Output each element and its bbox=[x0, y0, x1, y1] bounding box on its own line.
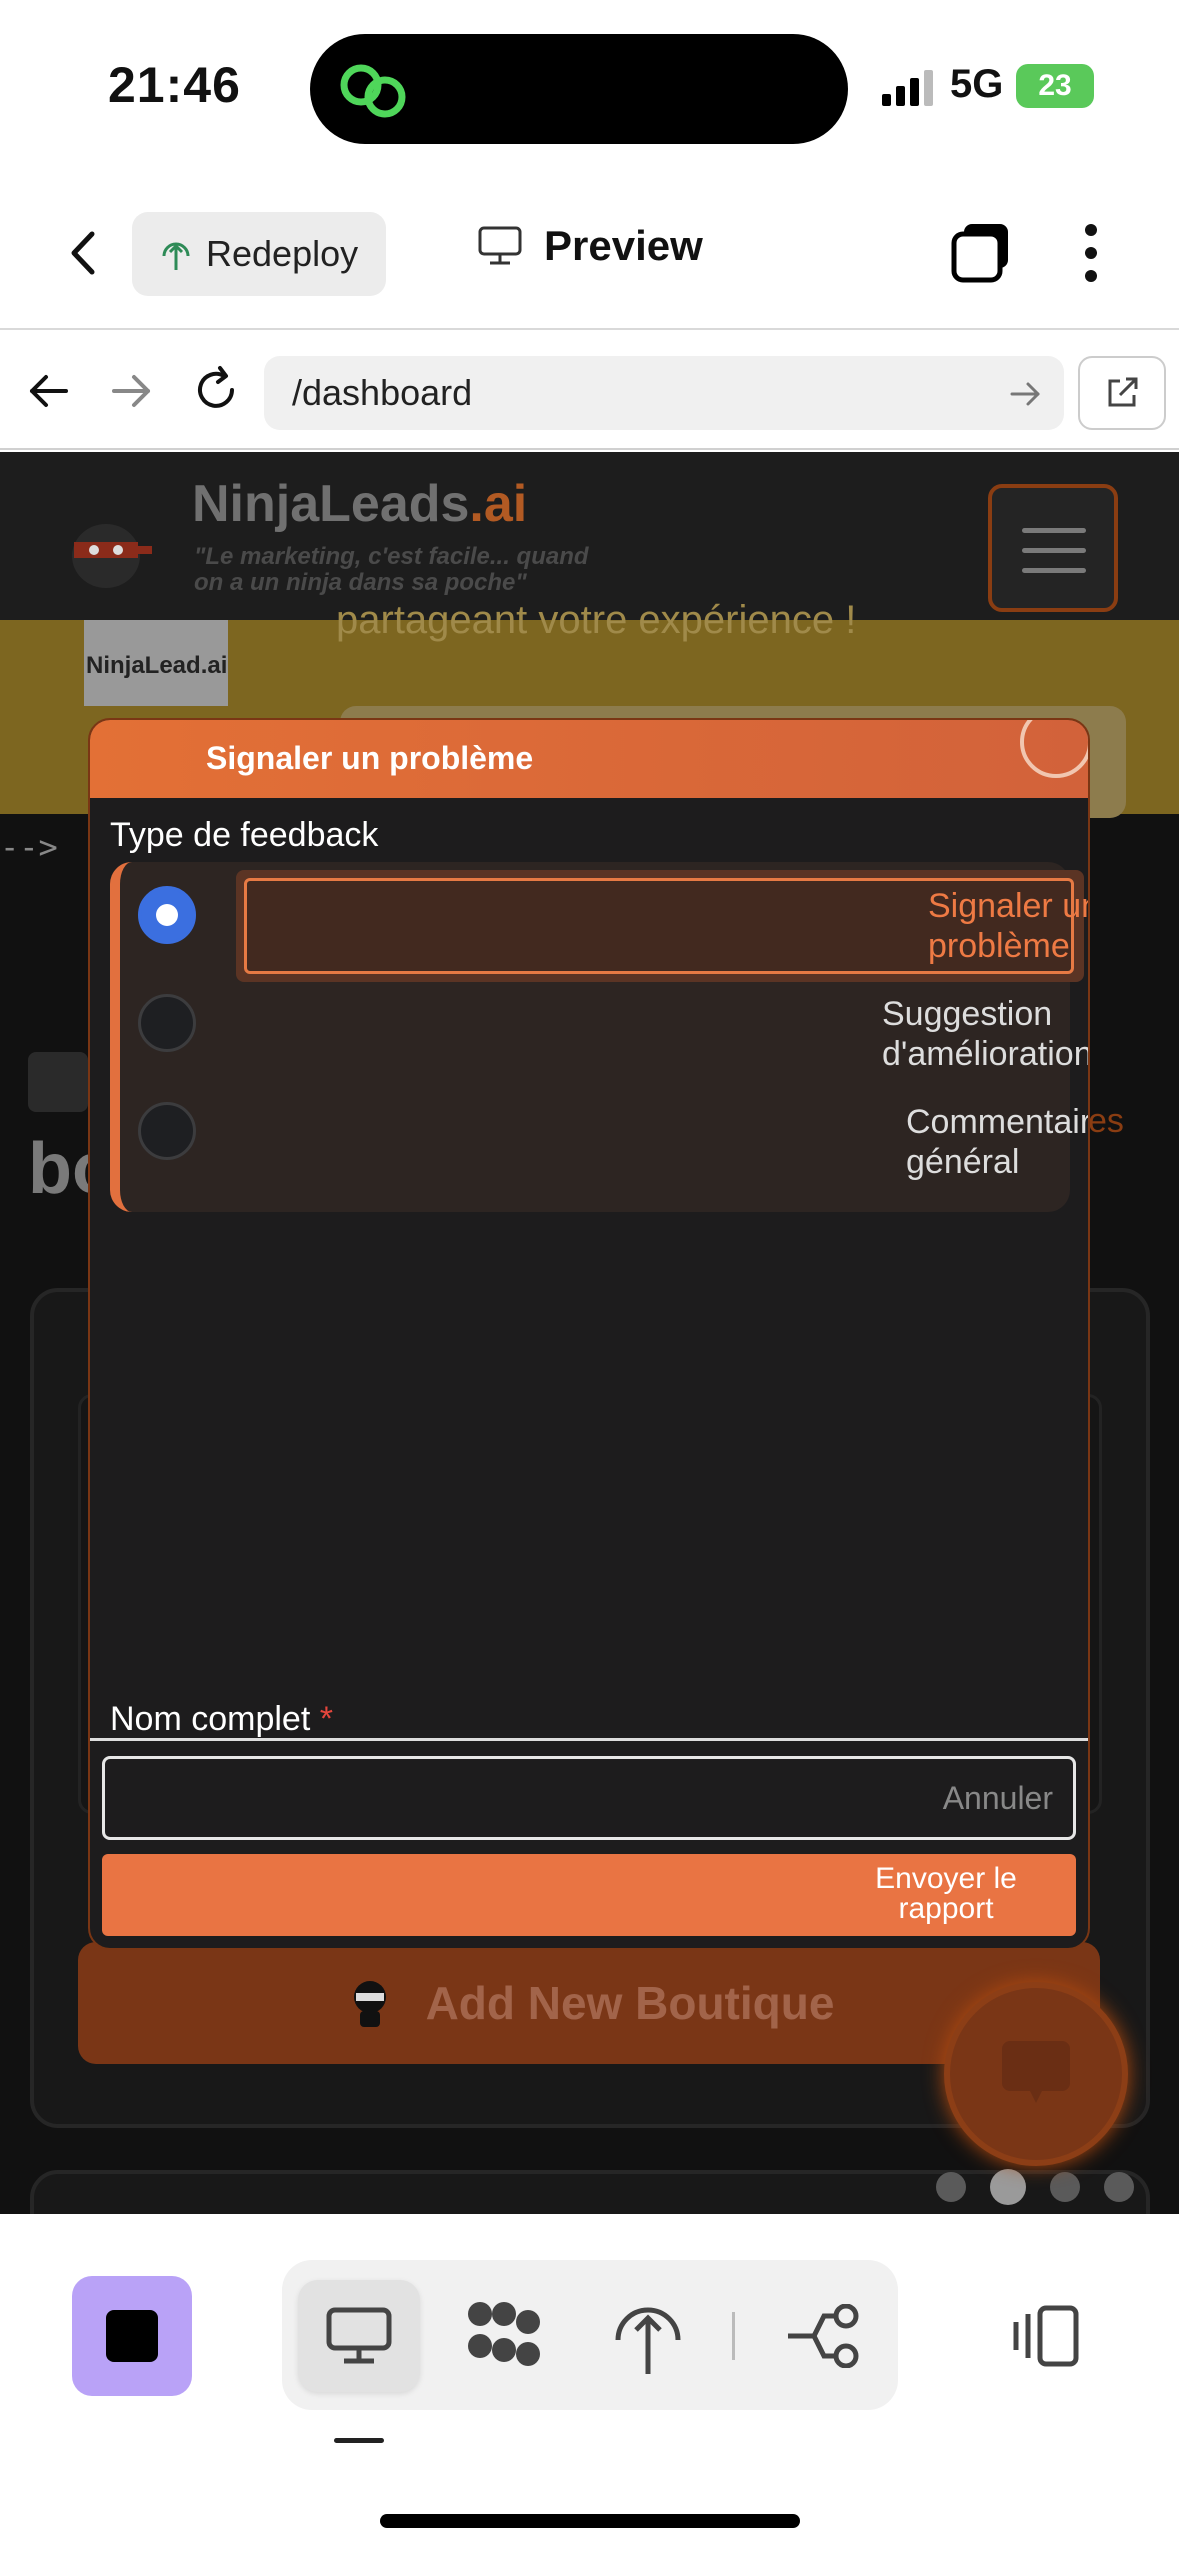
carousel-dot[interactable] bbox=[1050, 2172, 1080, 2202]
option-label-suggestion[interactable]: Suggestion d'amélioration bbox=[882, 994, 1088, 1074]
tabs-icon[interactable] bbox=[950, 222, 1012, 284]
monitor-icon bbox=[326, 2307, 392, 2364]
full-name-field[interactable] bbox=[90, 1738, 1088, 1741]
reload-icon[interactable] bbox=[190, 364, 242, 416]
link-rings-icon bbox=[340, 64, 406, 118]
link-fragment[interactable]: es bbox=[1088, 1102, 1124, 1141]
monitor-icon bbox=[478, 226, 522, 265]
signal-icon bbox=[882, 70, 933, 106]
side-panel-icon[interactable] bbox=[1010, 2304, 1080, 2368]
battery-indicator: 23 bbox=[1016, 64, 1094, 108]
active-tab-indicator bbox=[334, 2438, 384, 2443]
stop-icon bbox=[106, 2310, 158, 2362]
avatar bbox=[28, 1052, 88, 1112]
required-marker: * bbox=[319, 1700, 333, 1738]
modal-title: Signaler un problème bbox=[206, 740, 534, 776]
network-type: 5G bbox=[950, 62, 1004, 106]
preview-view-button[interactable] bbox=[298, 2280, 420, 2392]
url-input[interactable]: /dashboard bbox=[264, 356, 1064, 430]
carousel-dot-active[interactable] bbox=[990, 2169, 1026, 2205]
globe-upload-icon[interactable] bbox=[610, 2296, 686, 2376]
chat-button[interactable] bbox=[944, 1982, 1128, 2166]
radio-report-problem[interactable] bbox=[138, 886, 196, 944]
submit-report-button[interactable]: Envoyer le rapport bbox=[102, 1854, 1076, 1936]
divider bbox=[732, 2312, 735, 2360]
feedback-type-label: Type de feedback bbox=[110, 816, 379, 854]
submit-report-label: Envoyer le rapport bbox=[875, 1862, 1017, 1925]
banner-text: partageant votre expérience ! bbox=[336, 598, 857, 642]
add-boutique-label: Add New Boutique bbox=[425, 1977, 835, 2029]
site-name: NinjaLeads.ai bbox=[192, 475, 528, 533]
status-time: 21:46 bbox=[108, 57, 241, 113]
globe-upload-icon bbox=[162, 242, 190, 270]
banner-logo-text: NinjaLead.ai bbox=[86, 652, 228, 679]
hamburger-menu-button[interactable] bbox=[988, 484, 1118, 612]
preview-button[interactable]: Preview bbox=[478, 222, 703, 270]
radio-general-comment[interactable] bbox=[138, 1102, 196, 1160]
report-problem-modal: Signaler un problème Type de feedback Si… bbox=[88, 718, 1090, 1950]
full-name-label: Nom complet * bbox=[110, 1700, 333, 1738]
carousel-dot[interactable] bbox=[936, 2172, 966, 2202]
site-tagline: "Le marketing, c'est facile... quand on … bbox=[194, 543, 589, 596]
stray-html-comment: --> bbox=[0, 828, 58, 866]
arrow-left-icon[interactable] bbox=[26, 368, 72, 414]
redeploy-button[interactable]: Redeploy bbox=[132, 212, 386, 296]
open-external-button[interactable] bbox=[1078, 356, 1166, 430]
option-label-general-comment[interactable]: Commentaire général bbox=[906, 1102, 1088, 1182]
cancel-button[interactable]: Annuler bbox=[102, 1756, 1076, 1840]
option-label-report-problem[interactable]: Signaler un problème bbox=[928, 886, 1088, 966]
arrow-right-icon[interactable] bbox=[108, 368, 154, 414]
home-indicator[interactable] bbox=[380, 2514, 800, 2528]
ninja-logo-icon bbox=[72, 524, 152, 588]
chat-bubble-icon bbox=[1002, 2041, 1070, 2103]
go-arrow-icon[interactable] bbox=[1006, 374, 1046, 414]
preview-label: Preview bbox=[544, 222, 703, 269]
back-chevron-icon[interactable] bbox=[60, 228, 110, 278]
stop-button[interactable] bbox=[72, 2276, 192, 2396]
carousel-dot[interactable] bbox=[1104, 2172, 1134, 2202]
more-vertical-icon[interactable] bbox=[1080, 222, 1102, 284]
external-link-icon bbox=[1108, 377, 1138, 407]
workflow-icon[interactable] bbox=[784, 2304, 860, 2368]
ai-agent-icon[interactable] bbox=[464, 2300, 544, 2372]
redeploy-label: Redeploy bbox=[206, 233, 359, 274]
carousel-dots[interactable] bbox=[936, 2169, 1134, 2205]
add-boutique-button[interactable]: Add New Boutique bbox=[78, 1942, 1100, 2064]
ninja-icon bbox=[353, 1981, 386, 2027]
feedback-type-options: Signaler un problème Suggestion d'amélio… bbox=[110, 862, 1088, 1212]
radio-suggestion[interactable] bbox=[138, 994, 196, 1052]
